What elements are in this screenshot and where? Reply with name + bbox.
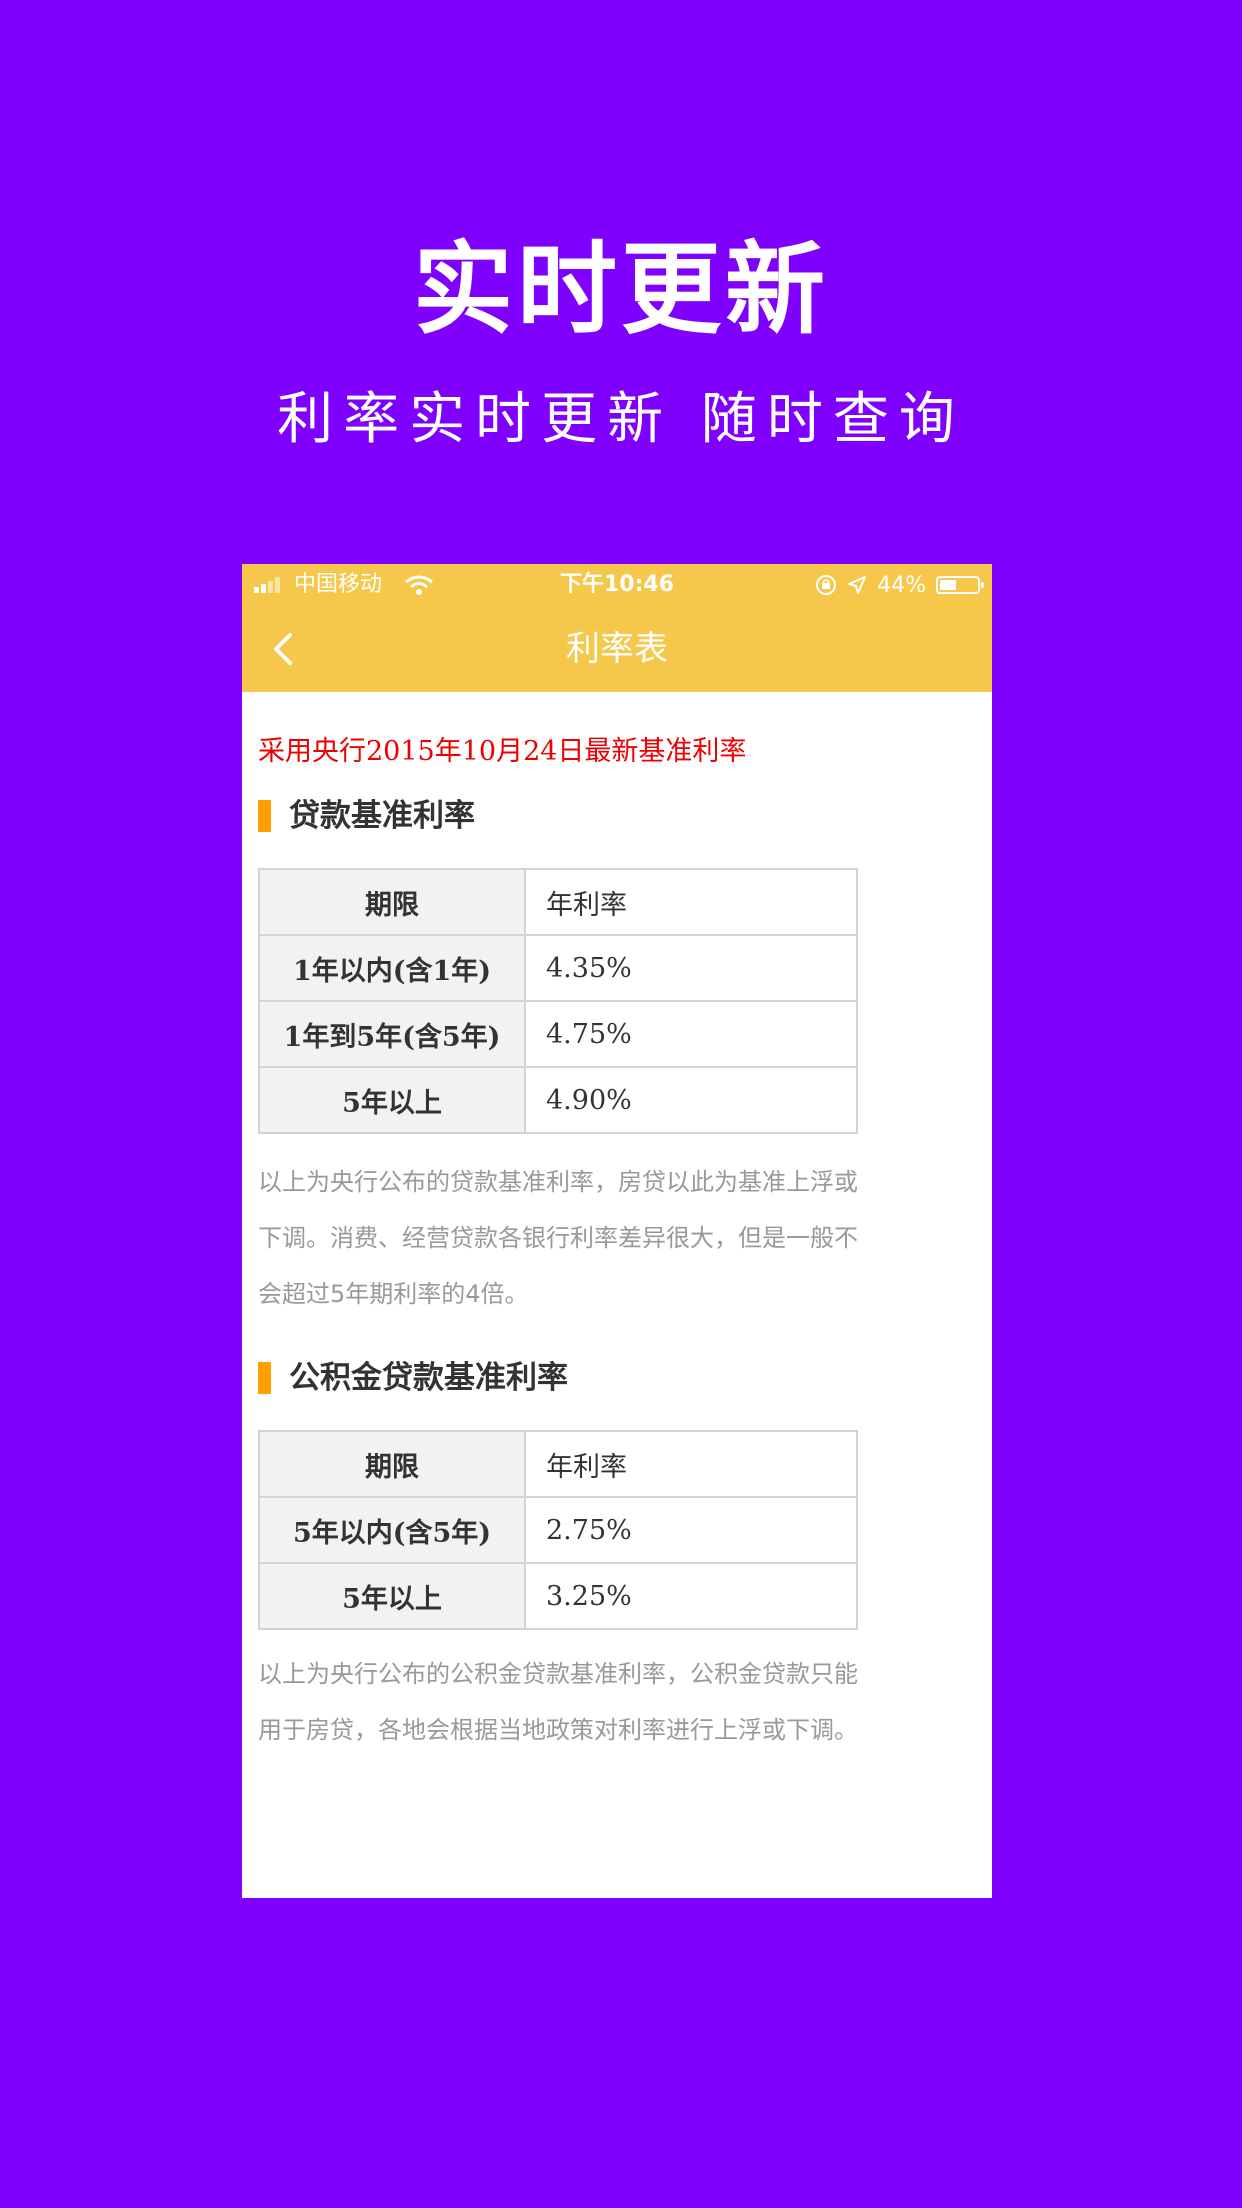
loan-rate-table: 期限 年利率 1年以内(含1年) 4.35% 1年到5年(含5年) 4.75% … [258, 868, 858, 1134]
loan-section-header: 贷款基准利率 [258, 794, 475, 838]
location-arrow-icon [848, 576, 867, 594]
table-row: 5年以上 4.90% [258, 1066, 858, 1134]
term-header: 期限 [258, 1430, 526, 1498]
rate-cell: 3.25% [524, 1562, 858, 1630]
status-right-group: 44% [815, 572, 984, 598]
section-marker [258, 1362, 271, 1394]
battery-percent: 44% [877, 572, 926, 598]
fund-note: 以上为央行公布的公积金贷款基准利率，公积金贷款只能用于房贷，各地会根据当地政策对… [258, 1660, 858, 1744]
rate-header: 年利率 [524, 868, 858, 936]
hero-subtitle: 利率实时更新 随时查询 [277, 387, 965, 452]
battery-icon [936, 576, 984, 594]
rate-notice: 采用央行2015年10月24日最新基准利率 [258, 736, 747, 767]
table-row: 5年以上 3.25% [258, 1562, 858, 1630]
section-marker [258, 800, 271, 832]
loan-note: 以上为央行公布的贷款基准利率，房贷以此为基准上浮或下调。消费、经营贷款各银行利率… [258, 1168, 858, 1308]
term-cell: 1年以内(含1年) [258, 934, 526, 1002]
phone-screen: 中国移动 下午10:46 44% 利率表 采用央行2015年10月24日最新基准… [242, 564, 992, 1898]
rotation-lock-icon [816, 575, 837, 595]
fund-rate-table: 期限 年利率 5年以内(含5年) 2.75% 5年以上 3.25% [258, 1430, 858, 1630]
term-cell: 5年以内(含5年) [258, 1496, 526, 1564]
rate-cell: 4.35% [524, 934, 858, 1002]
fund-section-title: 公积金贷款基准利率 [289, 1360, 568, 1396]
table-row: 5年以内(含5年) 2.75% [258, 1496, 858, 1564]
rate-header: 年利率 [524, 1430, 858, 1498]
battery-fill [940, 580, 956, 590]
rate-cell: 2.75% [524, 1496, 858, 1564]
chevron-left-icon[interactable] [262, 627, 306, 671]
rate-cell: 4.75% [524, 1000, 858, 1068]
term-cell: 5年以上 [258, 1066, 526, 1134]
hero-title: 实时更新 [413, 231, 829, 348]
term-cell: 1年到5年(含5年) [258, 1000, 526, 1068]
status-bar: 中国移动 下午10:46 44% [242, 564, 992, 606]
term-cell: 5年以上 [258, 1562, 526, 1630]
table-row: 1年到5年(含5年) 4.75% [258, 1000, 858, 1068]
loan-section-title: 贷款基准利率 [289, 798, 475, 834]
battery-nub [981, 582, 984, 588]
fund-section-header: 公积金贷款基准利率 [258, 1356, 568, 1400]
table-header-row: 期限 年利率 [258, 1430, 858, 1498]
page-title: 利率表 [566, 629, 668, 669]
table-row: 1年以内(含1年) 4.35% [258, 934, 858, 1002]
term-header: 期限 [258, 868, 526, 936]
table-header-row: 期限 年利率 [258, 868, 858, 936]
nav-bar: 利率表 [242, 606, 992, 692]
rate-cell: 4.90% [524, 1066, 858, 1134]
